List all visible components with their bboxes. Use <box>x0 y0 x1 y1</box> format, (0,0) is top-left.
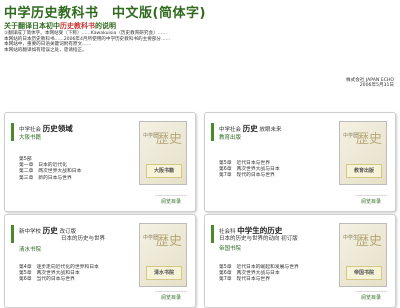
card-subtitle: 日本的历史与世界的动向 初订版 <box>219 236 298 242</box>
card-publisher-line: 大阪书籍 <box>19 133 41 141</box>
textbook-card-kyoiku[interactable]: 中学社会 历史 放眼未来 教育出版 第5章 近代日本与世界 第6章 两次世界大战… <box>204 112 396 212</box>
textbook-card-teikoku[interactable]: 社会科 中学生的历史 日本的历史与世界的动向 初订版 帝国书院 第5章 近代日本… <box>204 214 396 308</box>
toc-item: 第7章 现代日本与世界 <box>219 277 271 283</box>
signature-date: 2006年5月31日 <box>359 83 394 89</box>
subtitle-prefix: 关于翻译日本初中 <box>4 22 60 30</box>
book-cover-kanji: 歴史 <box>155 132 182 147</box>
book-cover-image[interactable]: 中学歷 歴史 清水书院 <box>139 223 187 287</box>
intro-text: ①翻译成了简体字。本网站受（下称）……Kawakuisia（历史教育研究会）……… <box>4 31 394 53</box>
card-title: 历史 <box>242 124 258 133</box>
signature: 株式会社 JAPAN ECHO 2006年5月31日 <box>346 78 394 89</box>
subtitle-suffix: 的说明 <box>95 22 116 30</box>
card-toc: 第5章 近代日本的崛起和发展与世界 第6章 两次世界大战与日本 第7章 现代日本… <box>219 265 299 284</box>
card-toc: 第5章 近代日本与世界 第6章 两次世界大战与日本 第7章 现代的日本与世界 <box>219 161 280 180</box>
card-subtitle: 日本的历史与世界 <box>61 236 106 242</box>
book-cover-image[interactable]: 中学生 歴史 帝国书院 <box>339 223 387 287</box>
book-cover-kanji: 歴史 <box>355 234 382 249</box>
view-toc-link[interactable]: 阅览目录 <box>154 291 187 303</box>
view-toc-link[interactable]: 阅览目录 <box>354 291 387 303</box>
book-cover-image[interactable]: 中学歷 歴史 教育出版 <box>339 121 387 185</box>
card-accent-bar <box>11 123 14 141</box>
textbook-card-osaka[interactable]: 中学社会 历史领域 大阪书籍 第5部 第一章 日本的近代化 第二章 两次世界大战… <box>4 112 196 212</box>
page-subtitle: 关于翻译日本初中历史教科书的说明 <box>4 21 116 31</box>
textbook-card-shimizu[interactable]: 新中学校 历史 改订版 日本的历史与世界 清水书院 第4章 逐步走向近代化的世界… <box>4 214 196 308</box>
card-title: 历史领域 <box>42 124 73 133</box>
card-publisher-line: 教育出版 <box>219 133 241 141</box>
card-accent-bar <box>211 225 214 243</box>
toc-item: 第三章 新的日本与世界 <box>19 175 72 181</box>
card-publisher-line: 帝国书院 <box>219 244 241 252</box>
toc-item: 第二章 两次世界大战和日本 <box>19 169 82 175</box>
page-title: 中学历史教科书 中文版(简体字) <box>4 6 206 21</box>
card-toc: 第4章 逐步走向近代化的世界和日本 第5章 两次世界大战和日本 第6章 当代的日… <box>19 265 99 284</box>
header: 中学历史教科书 中文版(简体字) <box>4 2 396 21</box>
card-title: 历史 <box>42 226 58 235</box>
book-cover-kanji: 歴史 <box>155 234 182 249</box>
view-toc-link[interactable]: 阅览目录 <box>154 195 187 207</box>
card-publisher-line: 清水书院 <box>19 245 41 253</box>
card-series: 新中学校 <box>19 229 42 235</box>
card-publisher: 大阪书籍 <box>19 135 42 141</box>
book-cover-kanji: 歴史 <box>355 132 382 147</box>
card-publisher: 教育出版 <box>219 135 242 141</box>
card-accent-bar <box>11 225 14 243</box>
book-cover-publisher: 清水书院 <box>146 266 182 280</box>
card-title-extra: 放眼未来 <box>259 127 282 133</box>
view-toc-link[interactable]: 阅览目录 <box>354 195 387 207</box>
toc-item: 第6章 当代的日本与世界 <box>19 277 75 283</box>
card-toc: 第5部 第一章 日本的近代化 第二章 两次世界大战和日本 第三章 新的日本与世界 <box>19 157 81 182</box>
subtitle-highlight: 历史教科书 <box>60 22 95 30</box>
book-cover-image[interactable]: 中学歷 歴史 大阪书籍 <box>139 121 187 185</box>
card-accent-bar <box>211 123 214 141</box>
book-cover-publisher: 大阪书籍 <box>146 164 182 178</box>
intro-paragraph: 本网站的翻译如有错误之处，恳请指正。 <box>4 47 87 53</box>
toc-item: 第7章 现代的日本与世界 <box>219 173 275 179</box>
card-publisher: 清水书院 <box>19 247 42 253</box>
card-publisher: 帝国书院 <box>219 246 242 252</box>
book-cover-publisher: 教育出版 <box>346 164 382 178</box>
page: 中学历史教科书 中文版(简体字) 关于翻译日本初中历史教科书的说明 ①翻译成了简… <box>0 0 400 308</box>
book-cover-publisher: 帝国书院 <box>346 266 382 280</box>
